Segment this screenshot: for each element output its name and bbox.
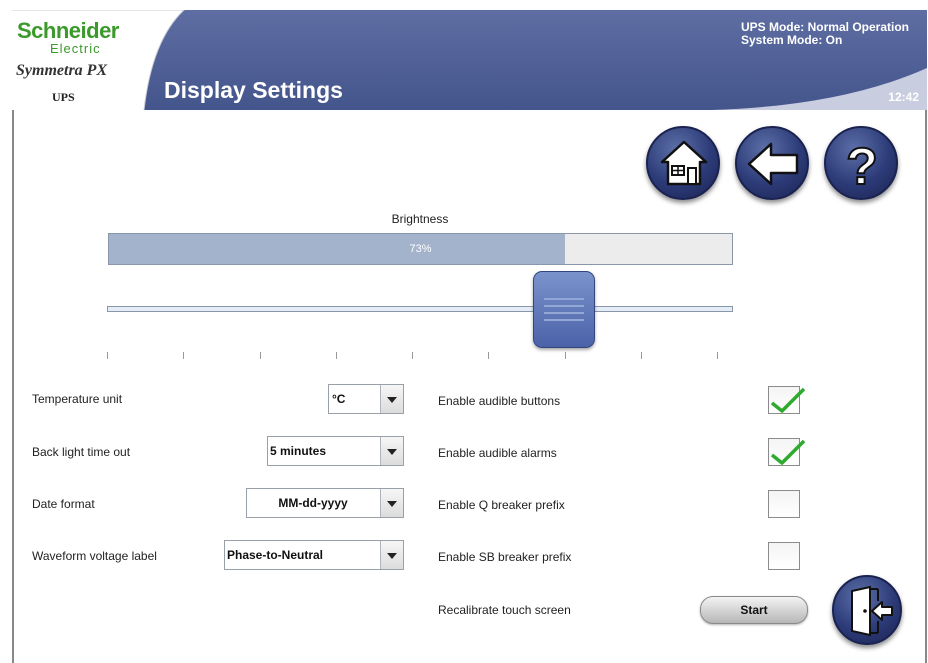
audible-alarms-checkbox[interactable] [768,438,806,466]
waveform-label: Waveform voltage label [32,549,157,563]
help-button[interactable]: ? [824,126,898,200]
brightness-bar: 73% [108,233,733,265]
exit-door-icon [851,585,893,637]
brightness-tick [641,352,642,359]
temperature-unit-select[interactable]: °C [328,384,404,414]
brightness-tick [183,352,184,359]
chevron-down-icon[interactable] [380,437,403,465]
chevron-down-icon[interactable] [380,489,403,517]
sb-breaker-prefix-label: Enable SB breaker prefix [438,550,572,564]
date-format-label: Date format [32,497,95,511]
product-name: Symmetra PX [16,62,108,79]
brightness-tick [412,352,413,359]
date-format-select[interactable]: MM-dd-yyyy [246,488,404,518]
help-icon: ? [845,137,879,197]
recalibrate-start-button[interactable]: Start [700,596,808,624]
brightness-slider-track[interactable] [107,306,733,312]
mode-status: UPS Mode: Normal Operation System Mode: … [741,21,909,47]
brightness-tick [336,352,337,359]
system-mode-text: System Mode: On [740,33,843,47]
brightness-slider-thumb[interactable] [533,271,595,348]
back-arrow-icon [747,142,799,186]
waveform-select[interactable]: Phase-to-Neutral [224,540,404,570]
q-breaker-prefix-checkbox[interactable] [768,490,800,518]
clock: 12:42 [888,90,919,104]
back-button[interactable] [735,126,809,200]
audible-alarms-label: Enable audible alarms [438,446,557,460]
backlight-timeout-label: Back light time out [32,445,131,459]
brightness-tick [260,352,261,359]
brightness-tick [717,352,718,359]
checkmark-icon [770,387,806,413]
brightness-value: 73% [409,243,432,255]
brightness-tick [107,352,108,359]
checkmark-icon [770,439,806,465]
svg-text:?: ? [846,138,878,196]
home-button[interactable] [646,126,720,200]
temperature-unit-label: Temperature unit [32,392,123,406]
waveform-value: Phase-to-Neutral [227,548,324,562]
chevron-down-icon[interactable] [380,541,403,569]
home-icon [660,140,708,186]
brightness-label: Brightness [391,212,449,226]
audible-buttons-checkbox[interactable] [768,386,806,414]
recalibrate-label: Recalibrate touch screen [438,603,571,617]
date-format-value: MM-dd-yyyy [278,496,348,510]
backlight-timeout-value: 5 minutes [270,444,327,458]
chevron-down-icon[interactable] [380,385,403,413]
product-type: UPS [52,90,75,104]
brightness-tick [488,352,489,359]
exit-button[interactable] [832,575,902,645]
temperature-unit-value: °C [332,392,346,406]
sb-breaker-prefix-checkbox[interactable] [768,542,800,570]
brand-logo-sub: Electric [50,41,101,56]
backlight-timeout-select[interactable]: 5 minutes [267,436,404,466]
header-bar: Schneider Electric Symmetra PX UPS Displ… [12,10,927,110]
display-settings-screen: Schneider Electric Symmetra PX UPS Displ… [0,0,928,663]
audible-buttons-label: Enable audible buttons [438,394,561,408]
q-breaker-prefix-label: Enable Q breaker prefix [438,498,565,512]
brightness-tick [565,352,566,359]
page-title: Display Settings [164,77,343,103]
